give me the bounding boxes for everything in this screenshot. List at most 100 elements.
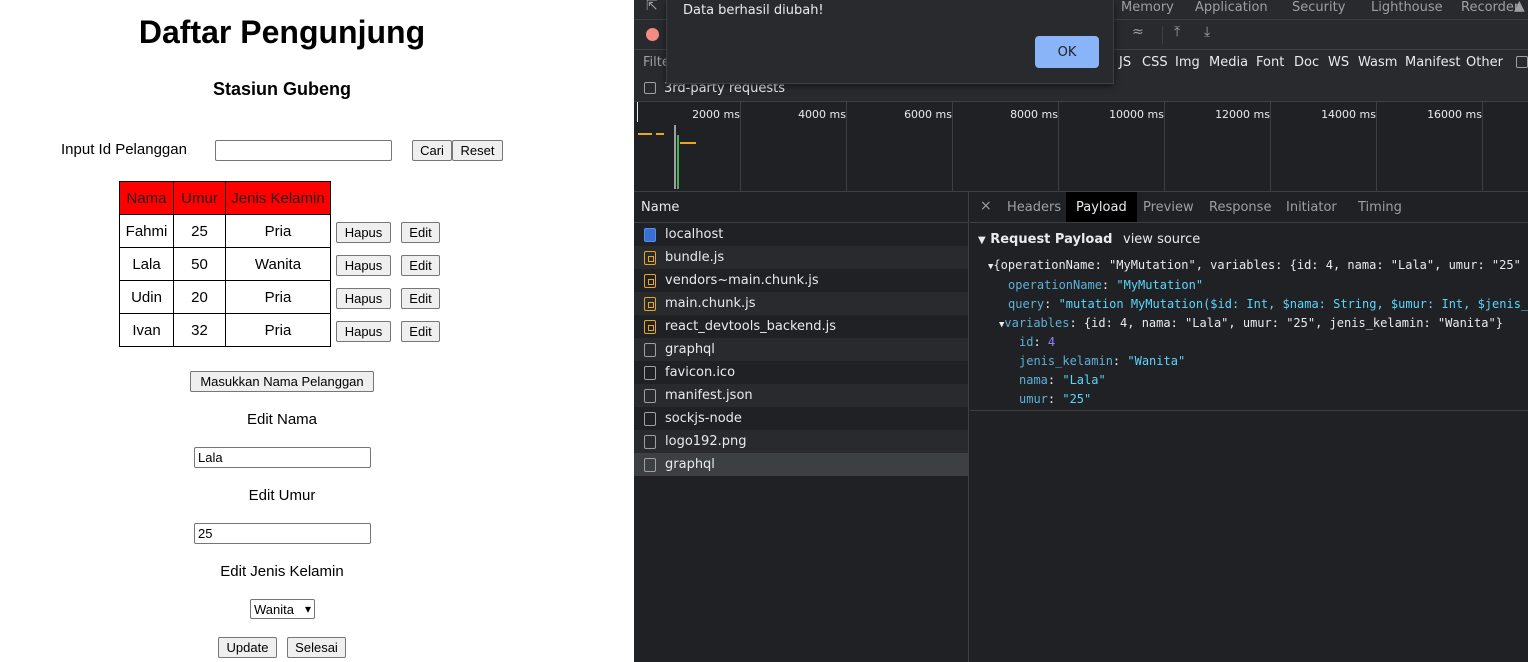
name-column-header[interactable]: Name xyxy=(634,192,968,223)
payload-key: operationName xyxy=(1008,278,1102,292)
timeline-tick: 14000 ms xyxy=(1321,108,1376,121)
timeline-cursor xyxy=(637,102,638,122)
edit-nama-input[interactable] xyxy=(194,447,371,468)
third-party-checkbox[interactable] xyxy=(644,82,656,94)
list-item[interactable]: manifest.json xyxy=(634,384,968,407)
payload-key: nama xyxy=(1019,373,1048,387)
timeline-tick: 10000 ms xyxy=(1109,108,1164,121)
list-item[interactable]: main.chunk.js xyxy=(634,292,968,315)
alert-dialog: Data berhasil diubah! OK xyxy=(666,0,1114,84)
request-name: main.chunk.js xyxy=(665,296,756,311)
payload-var-jenis-kelamin: jenis_kelamin: "Wanita" xyxy=(1019,354,1186,368)
tab-preview[interactable]: Preview xyxy=(1133,192,1204,222)
filter-other[interactable]: Other xyxy=(1466,55,1503,70)
grid-line xyxy=(1482,102,1483,192)
update-button[interactable]: Update xyxy=(218,637,277,658)
tab-memory[interactable]: Memory xyxy=(1121,0,1174,15)
delete-button-row-4[interactable]: Hapus xyxy=(336,321,391,342)
filter-css[interactable]: CSS xyxy=(1142,55,1168,70)
filter-media[interactable]: Media xyxy=(1209,55,1248,70)
edit-button-row-1[interactable]: Edit xyxy=(401,222,440,243)
close-icon[interactable]: × xyxy=(980,198,992,214)
payload-var-umur: umur: "25" xyxy=(1019,392,1092,406)
download-icon[interactable]: ⤓ xyxy=(1204,24,1210,40)
tab-recorder[interactable]: Recorder xyxy=(1461,0,1519,15)
payload-key: umur xyxy=(1019,392,1048,406)
toolbar-divider xyxy=(1162,26,1163,44)
delete-button-row-2[interactable]: Hapus xyxy=(336,255,391,276)
page-title: Daftar Pengunjung xyxy=(138,14,426,50)
cell-jenis-kelamin: Pria xyxy=(225,214,331,248)
cell-nama: Fahmi xyxy=(119,214,174,248)
script-icon xyxy=(644,250,656,265)
filter-img[interactable]: Img xyxy=(1175,55,1200,70)
list-item[interactable]: graphql xyxy=(634,338,968,361)
reset-button[interactable]: Reset xyxy=(452,140,503,161)
payload-root[interactable]: ▼{operationName: "MyMutation", variables… xyxy=(988,258,1521,272)
grid-line xyxy=(740,102,741,192)
grid-line xyxy=(1270,102,1271,192)
tab-application[interactable]: Application xyxy=(1195,0,1268,15)
cell-umur: 50 xyxy=(173,247,226,281)
list-item-selected[interactable]: graphql xyxy=(634,453,968,476)
gender-select[interactable]: Wanita ▾ xyxy=(250,599,315,619)
add-customer-button[interactable]: Masukkan Nama Pelanggan xyxy=(190,371,374,392)
list-item[interactable]: localhost xyxy=(634,223,968,246)
request-name: manifest.json xyxy=(665,388,753,403)
filter-font[interactable]: Font xyxy=(1256,55,1284,70)
timeline-bar xyxy=(680,142,696,144)
edit-umur-input[interactable] xyxy=(194,523,371,544)
search-input[interactable] xyxy=(215,140,392,161)
inspect-icon[interactable]: ⇱ xyxy=(646,0,658,14)
grid-line xyxy=(1164,102,1165,192)
upload-icon[interactable]: ⤒ xyxy=(1174,24,1180,40)
list-item[interactable]: bundle.js xyxy=(634,246,968,269)
recorder-icon[interactable]: ▲ xyxy=(1514,0,1525,14)
payload-section-toggle[interactable]: ▼ Request Payload xyxy=(978,232,1112,247)
list-item[interactable]: favicon.ico xyxy=(634,361,968,384)
tab-payload[interactable]: Payload xyxy=(1066,192,1137,222)
done-button[interactable]: Selesai xyxy=(287,637,346,658)
table-header-umur: Umur xyxy=(173,181,226,215)
tab-security[interactable]: Security xyxy=(1292,0,1345,15)
request-name: localhost xyxy=(665,227,724,242)
tab-response[interactable]: Response xyxy=(1199,192,1281,222)
list-item[interactable]: vendors~main.chunk.js xyxy=(634,269,968,292)
delete-button-row-1[interactable]: Hapus xyxy=(336,222,391,243)
cell-umur: 25 xyxy=(173,214,226,248)
edit-button-row-3[interactable]: Edit xyxy=(401,288,440,309)
cell-nama: Ivan xyxy=(119,313,174,347)
delete-button-row-3[interactable]: Hapus xyxy=(336,288,391,309)
filter-ws[interactable]: WS xyxy=(1328,55,1349,70)
search-button[interactable]: Cari xyxy=(412,140,452,161)
filter-doc[interactable]: Doc xyxy=(1294,55,1319,70)
cell-jenis-kelamin: Wanita xyxy=(225,247,331,281)
timeline-overview[interactable]: 2000 ms 4000 ms 6000 ms 8000 ms 10000 ms… xyxy=(634,102,1528,192)
edit-button-row-2[interactable]: Edit xyxy=(401,255,440,276)
tab-lighthouse[interactable]: Lighthouse xyxy=(1371,0,1443,15)
list-item[interactable]: sockjs-node xyxy=(634,407,968,430)
tab-initiator[interactable]: Initiator xyxy=(1276,192,1347,222)
tab-headers[interactable]: Headers xyxy=(997,192,1071,222)
filter-manifest[interactable]: Manifest xyxy=(1405,55,1460,70)
tab-timing[interactable]: Timing xyxy=(1348,192,1412,222)
file-icon xyxy=(644,342,656,357)
wifi-icon[interactable]: ≈ xyxy=(1132,24,1144,40)
grid-line xyxy=(1376,102,1377,192)
list-item[interactable]: logo192.png xyxy=(634,430,968,453)
ok-button[interactable]: OK xyxy=(1035,36,1099,68)
edit-button-row-4[interactable]: Edit xyxy=(401,321,440,342)
cell-umur: 32 xyxy=(173,313,226,347)
timeline-tick: 4000 ms xyxy=(798,108,846,121)
record-icon[interactable] xyxy=(646,28,659,41)
timeline-tick: 16000 ms xyxy=(1427,108,1482,121)
payload-variables[interactable]: ▼variables: {id: 4, nama: "Lala", umur: … xyxy=(999,316,1503,330)
request-name: graphql xyxy=(665,342,715,357)
more-filters-checkbox[interactable] xyxy=(1516,56,1528,68)
payload-key: jenis_kelamin xyxy=(1019,354,1113,368)
filter-js[interactable]: JS xyxy=(1119,55,1131,70)
view-source-link[interactable]: view source xyxy=(1123,232,1200,247)
payload-var-id: id: 4 xyxy=(1019,335,1056,349)
list-item[interactable]: react_devtools_backend.js xyxy=(634,315,968,338)
filter-wasm[interactable]: Wasm xyxy=(1358,55,1397,70)
